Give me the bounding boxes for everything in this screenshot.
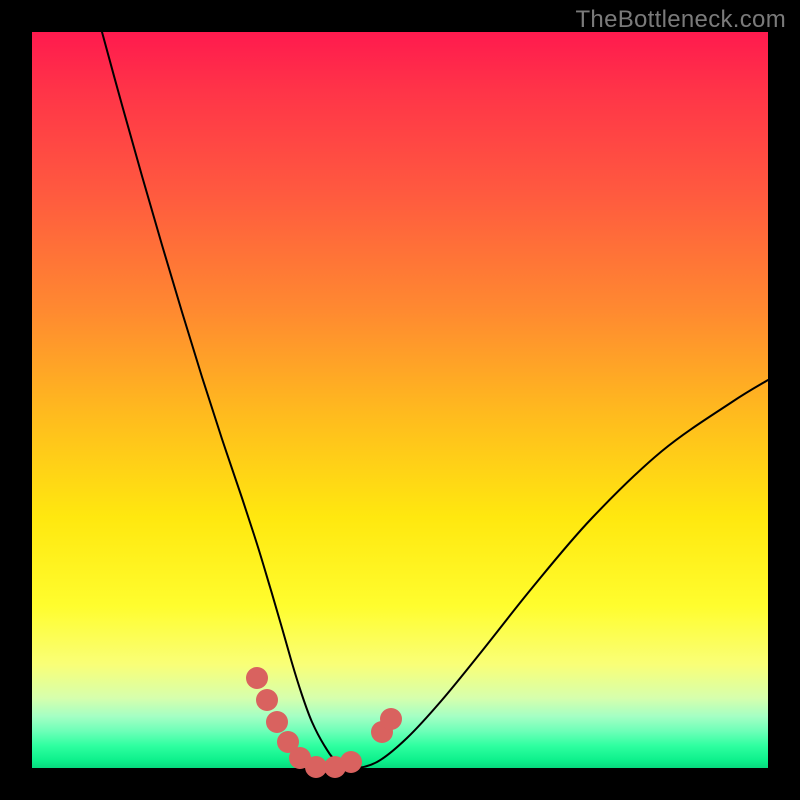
chart-svg bbox=[32, 32, 768, 768]
bottleneck-curve bbox=[102, 32, 768, 768]
chart-frame: TheBottleneck.com bbox=[0, 0, 800, 800]
highlight-dot bbox=[380, 708, 402, 730]
plot-area bbox=[32, 32, 768, 768]
highlight-dot bbox=[246, 667, 268, 689]
highlight-dot bbox=[305, 756, 327, 778]
highlight-dot bbox=[340, 751, 362, 773]
highlight-dot bbox=[266, 711, 288, 733]
watermark: TheBottleneck.com bbox=[575, 6, 786, 34]
highlight-dot bbox=[256, 689, 278, 711]
